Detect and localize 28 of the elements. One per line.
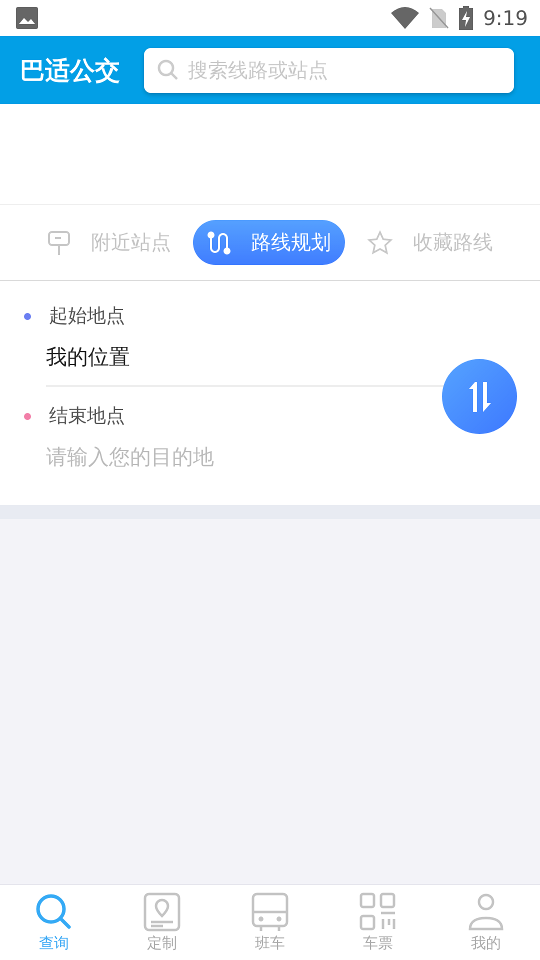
- nav-tab[interactable]: 查询: [0, 885, 108, 960]
- qr-code-icon: [359, 892, 397, 932]
- nav-tab[interactable]: 定制: [108, 885, 216, 960]
- image-icon: [16, 7, 38, 29]
- field-label: 起始地点: [49, 304, 125, 329]
- tab[interactable]: 收藏路线: [353, 220, 507, 265]
- location-field[interactable]: 我的位置: [46, 339, 441, 375]
- route-icon: [207, 230, 231, 256]
- search-icon: [156, 58, 180, 82]
- swap-icon: [468, 382, 492, 412]
- status-time: 9:19: [483, 6, 528, 30]
- nav-tab[interactable]: 车票: [324, 885, 432, 960]
- no-sim-icon: [429, 7, 450, 29]
- nav-tab[interactable]: 我的: [432, 885, 540, 960]
- wifi-icon: [391, 7, 420, 29]
- location-field[interactable]: 请输入您的目的地: [46, 439, 441, 475]
- field-label: 结束地点: [49, 404, 125, 429]
- user-icon: [467, 892, 505, 932]
- star-icon: [367, 230, 393, 256]
- tab[interactable]: 附近站点: [33, 220, 185, 265]
- search-icon: [34, 892, 74, 932]
- battery-charging-icon: [459, 6, 474, 30]
- nav-tab[interactable]: 班车: [216, 885, 324, 960]
- map-pin-card-icon: [143, 892, 181, 932]
- app-title: 巴适公交: [20, 54, 120, 86]
- signpost-icon: [47, 230, 71, 256]
- tab[interactable]: 路线规划: [193, 220, 345, 265]
- bus-icon: [251, 892, 289, 932]
